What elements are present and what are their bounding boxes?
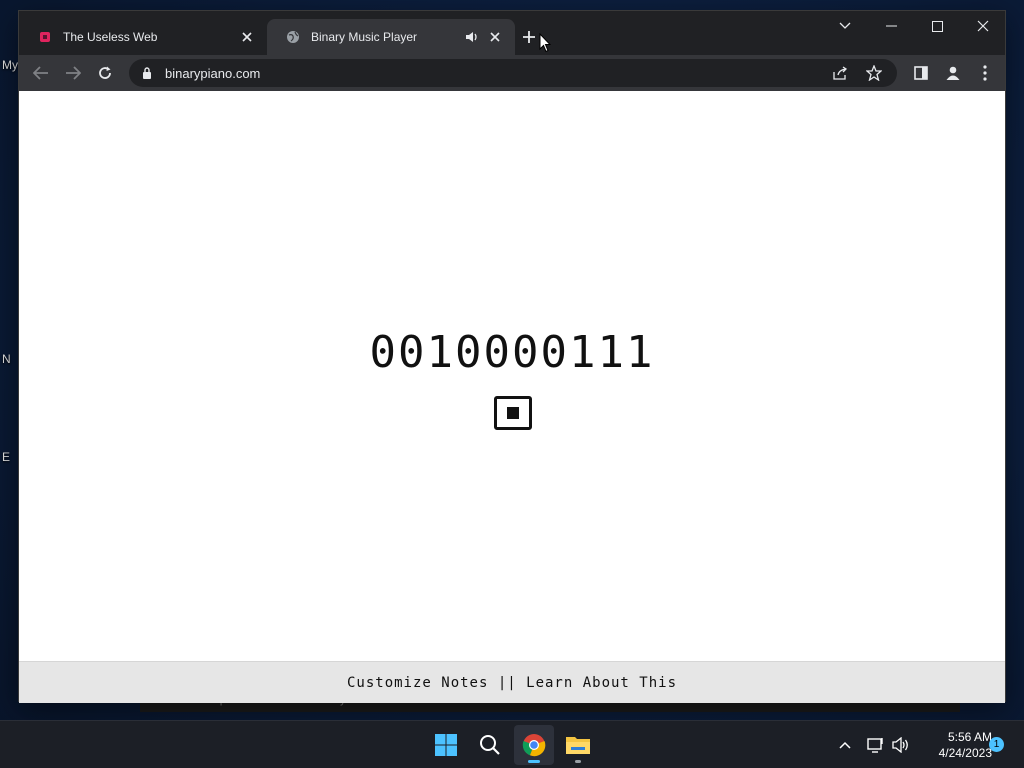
clock-date: 4/24/2023 xyxy=(938,746,992,760)
footer-separator: || xyxy=(488,674,527,691)
useless-web-favicon xyxy=(37,29,53,45)
stop-button[interactable] xyxy=(494,396,532,430)
stop-icon xyxy=(507,407,519,419)
network-icon[interactable] xyxy=(864,733,888,757)
close-tab-icon[interactable] xyxy=(485,27,505,47)
side-panel-icon[interactable] xyxy=(907,59,935,87)
desktop-icon-label: N xyxy=(2,352,11,366)
new-tab-icon[interactable] xyxy=(517,25,541,49)
speaker-icon[interactable] xyxy=(463,29,481,45)
system-clock[interactable]: 5:56 AM 4/24/2023 xyxy=(916,729,992,761)
chevron-up-icon[interactable] xyxy=(833,733,857,757)
file-explorer-icon[interactable] xyxy=(558,725,598,765)
mouse-cursor-icon xyxy=(539,33,551,53)
notification-badge[interactable]: 1 xyxy=(989,737,1004,752)
minimize-icon[interactable] xyxy=(868,11,914,41)
tab-title: Binary Music Player xyxy=(311,30,418,44)
clock-time: 5:56 AM xyxy=(947,730,992,744)
browser-toolbar: binarypiano.com xyxy=(19,55,1005,91)
tab-title: The Useless Web xyxy=(63,30,158,44)
maximize-icon[interactable] xyxy=(914,11,960,41)
page-viewport: 0010000111 Customize Notes || Learn Abou… xyxy=(19,91,1005,703)
kebab-menu-icon[interactable] xyxy=(971,59,999,87)
chrome-window: The Useless Web Binary Music Player bina… xyxy=(18,10,1006,703)
page-footer: Customize Notes || Learn About This xyxy=(19,661,1005,703)
desktop-icon-label: My xyxy=(2,58,18,72)
close-tab-icon[interactable] xyxy=(237,27,257,47)
desktop-icon-label: E xyxy=(2,450,11,464)
reload-icon[interactable] xyxy=(91,59,119,87)
tab-strip: The Useless Web Binary Music Player xyxy=(19,11,1005,55)
close-window-icon[interactable] xyxy=(960,11,1006,41)
lock-icon[interactable] xyxy=(139,65,155,81)
share-icon[interactable] xyxy=(829,63,851,83)
arrow-right-icon[interactable] xyxy=(59,59,87,87)
windows-start-icon[interactable] xyxy=(426,725,466,765)
running-app-indicator xyxy=(575,760,581,763)
binary-display: 0010000111 xyxy=(369,327,655,378)
address-bar[interactable]: binarypiano.com xyxy=(129,59,897,87)
url-text[interactable]: binarypiano.com xyxy=(165,66,897,81)
person-icon[interactable] xyxy=(939,59,967,87)
taskbar: 5:56 AM 4/24/2023 1 xyxy=(0,720,1024,768)
chrome-icon[interactable] xyxy=(514,725,554,765)
tab-search-icon[interactable] xyxy=(822,11,868,41)
arrow-left-icon[interactable] xyxy=(27,59,55,87)
tab-useless-web[interactable]: The Useless Web xyxy=(19,19,267,55)
volume-icon[interactable] xyxy=(889,733,913,757)
active-app-indicator xyxy=(528,760,540,763)
tab-binary-music-player[interactable]: Binary Music Player xyxy=(267,19,515,55)
globe-icon xyxy=(285,29,301,45)
star-icon[interactable] xyxy=(863,63,885,83)
customize-notes-link[interactable]: Customize Notes xyxy=(347,675,488,691)
search-icon[interactable] xyxy=(470,725,510,765)
learn-about-link[interactable]: Learn About This xyxy=(526,675,677,691)
